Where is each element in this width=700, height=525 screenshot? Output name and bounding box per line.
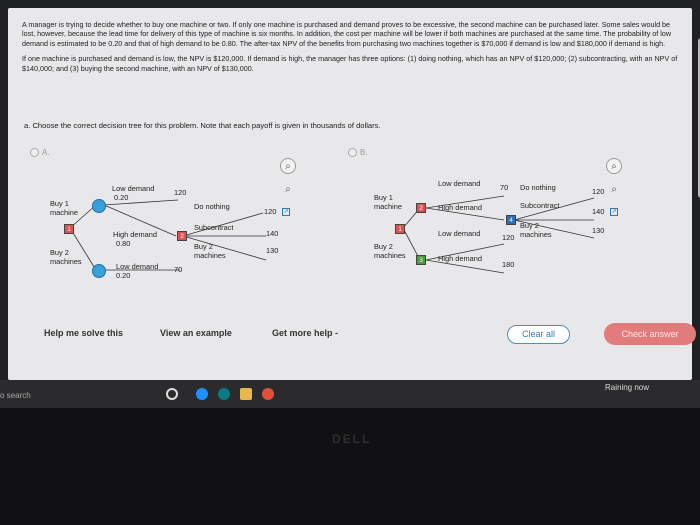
screen: A manager is trying to decide whether to… bbox=[0, 0, 700, 525]
taskbar-search[interactable]: o search bbox=[0, 391, 31, 400]
b-payoff-do-nothing: 120 bbox=[592, 187, 605, 196]
b-buy2-label: Buy 2 machines bbox=[374, 242, 406, 260]
decision-node-b1: 1 bbox=[395, 224, 405, 234]
node-b2-label: 2 bbox=[419, 204, 423, 212]
a-buy1-text: Buy 1 machine bbox=[50, 199, 78, 217]
b-low-demand-top: Low demand bbox=[438, 179, 481, 188]
check-answer-button[interactable]: Check answer bbox=[604, 323, 696, 345]
chrome-icon[interactable] bbox=[262, 388, 274, 400]
a-payoff-do-nothing: 120 bbox=[264, 207, 277, 216]
a-prob-high: 0.80 bbox=[116, 239, 131, 248]
taskbar bbox=[0, 380, 700, 408]
node-b3-label: 3 bbox=[419, 256, 423, 264]
b-payoff-subcontract: 140 bbox=[592, 207, 605, 216]
start-icon[interactable] bbox=[166, 388, 178, 400]
node-a2-label: 2 bbox=[180, 232, 184, 240]
a-buy2-option-text: Buy 2 machines bbox=[194, 242, 226, 260]
a-buy2-label: Buy 2 machines bbox=[50, 248, 82, 266]
b-payoff-low-top: 70 bbox=[500, 183, 509, 192]
help-me-solve-button[interactable]: Help me solve this bbox=[44, 328, 123, 338]
a-prob-low-top: 0.20 bbox=[114, 193, 129, 202]
decision-tree-lines bbox=[69, 195, 595, 274]
b-buy1-text: Buy 1 machine bbox=[374, 193, 402, 211]
view-example-button[interactable]: View an example bbox=[160, 328, 232, 338]
a-payoff-buy2: 130 bbox=[266, 246, 279, 255]
decision-node-b2: 2 bbox=[416, 203, 426, 213]
b-buy2-text: Buy 2 machines bbox=[374, 242, 406, 260]
a-prob-low-bottom: 0.20 bbox=[116, 271, 131, 280]
a-buy1-label: Buy 1 machine bbox=[50, 199, 78, 217]
a-external-link-icon[interactable]: ↗ bbox=[282, 208, 290, 216]
chance-node-a1 bbox=[92, 199, 106, 213]
b-subcontract: Subcontract bbox=[520, 201, 560, 210]
b-buy2-option: Buy 2 machines bbox=[520, 221, 552, 239]
decision-node-b3: 3 bbox=[416, 255, 426, 265]
edge-icon[interactable] bbox=[218, 388, 230, 400]
chance-node-a2 bbox=[92, 264, 106, 278]
b-external-link-icon[interactable]: ↗ bbox=[610, 208, 618, 216]
a-payoff-low-top: 120 bbox=[174, 188, 187, 197]
a-payoff-subcontract: 140 bbox=[266, 229, 279, 238]
node-a1-label: 1 bbox=[67, 225, 71, 233]
b-payoff-high-bottom: 180 bbox=[502, 260, 515, 269]
a-buy2-text: Buy 2 machines bbox=[50, 248, 82, 266]
b-low-demand-bottom: Low demand bbox=[438, 229, 481, 238]
node-b1-label: 1 bbox=[398, 225, 402, 233]
b-payoff-buy2: 130 bbox=[592, 226, 605, 235]
folder-icon[interactable] bbox=[240, 388, 252, 400]
question-page: A manager is trying to decide whether to… bbox=[8, 8, 700, 380]
laptop-bezel bbox=[0, 408, 700, 525]
b-high-demand-bottom: High demand bbox=[438, 254, 482, 263]
browser-icon[interactable] bbox=[196, 388, 208, 400]
a-payoff-low-bottom: 70 bbox=[174, 265, 183, 274]
node-b4-label: 4 bbox=[509, 216, 513, 224]
decision-node-b4: 4 bbox=[506, 215, 516, 225]
decision-node-a1: 1 bbox=[64, 224, 74, 234]
b-high-demand-top: High demand bbox=[438, 203, 482, 212]
b-buy2-option-text: Buy 2 machines bbox=[520, 221, 552, 239]
clear-all-button[interactable]: Clear all bbox=[507, 325, 570, 344]
weather-status: Raining now bbox=[605, 383, 650, 392]
b-payoff-low-bottom: 120 bbox=[502, 233, 515, 242]
a-subcontract: Subcontract bbox=[194, 223, 234, 232]
get-more-help-button[interactable]: Get more help - bbox=[272, 328, 338, 338]
a-do-nothing: Do nothing bbox=[194, 202, 230, 211]
b-do-nothing: Do nothing bbox=[520, 183, 556, 192]
b-buy1-label: Buy 1 machine bbox=[374, 193, 402, 211]
decision-node-a2: 2 bbox=[177, 231, 187, 241]
a-buy2-option: Buy 2 machines bbox=[194, 242, 226, 260]
brand-logo: DELL bbox=[332, 432, 372, 446]
